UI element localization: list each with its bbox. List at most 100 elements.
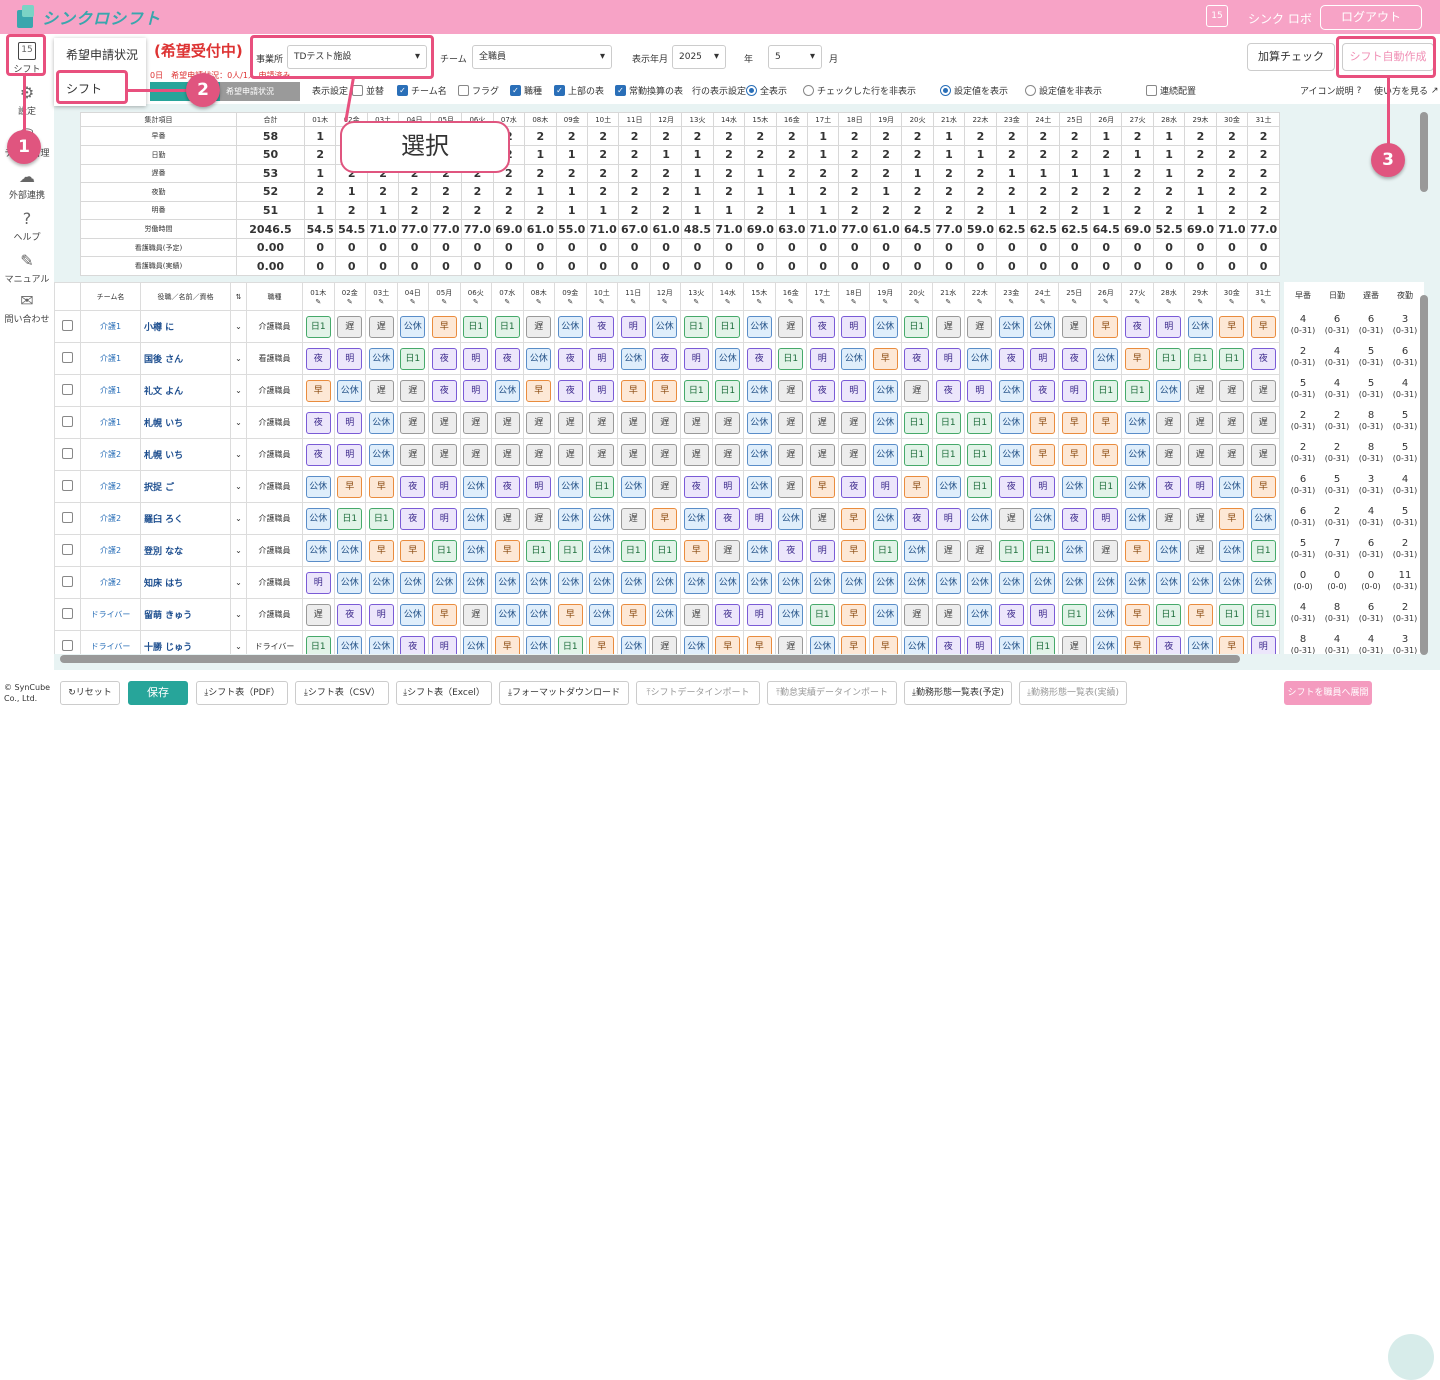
shift-cell[interactable]: 公休: [522, 630, 555, 654]
shift-chip[interactable]: 公休: [337, 571, 363, 594]
shift-chip[interactable]: 公休: [1030, 571, 1056, 594]
shift-chip[interactable]: 公休: [368, 571, 394, 594]
shift-chip[interactable]: 公休: [967, 571, 993, 594]
shift-chip[interactable]: 日1: [967, 475, 993, 498]
shift-chip[interactable]: 公休: [1124, 411, 1150, 434]
shift-cell[interactable]: 早: [648, 502, 681, 535]
shift-cell[interactable]: 公休: [995, 406, 1028, 439]
radio-selected[interactable]: [746, 85, 757, 96]
shift-cell[interactable]: 夜: [1152, 630, 1185, 654]
shift-cell[interactable]: 遅: [774, 438, 807, 471]
shift-cell[interactable]: 夜: [711, 598, 744, 631]
day-header[interactable]: 03土 ✎: [365, 282, 398, 311]
shift-cell[interactable]: 早: [837, 598, 870, 631]
shift-chip[interactable]: 明: [463, 347, 489, 370]
shift-chip[interactable]: 公休: [652, 315, 678, 338]
day-header[interactable]: 27火 ✎: [1121, 282, 1154, 311]
shift-cell[interactable]: 早: [648, 374, 681, 407]
shift-chip[interactable]: 遅: [620, 411, 646, 434]
shift-chip[interactable]: 公休: [998, 443, 1024, 466]
row-menu[interactable]: ⌄: [230, 534, 247, 567]
row-menu[interactable]: ⌄: [230, 502, 247, 535]
shift-chip[interactable]: 日1: [683, 315, 709, 338]
shift-cell[interactable]: 公休: [1184, 630, 1217, 654]
shift-chip[interactable]: 遅: [809, 411, 835, 434]
shift-cell[interactable]: 公休: [1058, 566, 1091, 599]
shift-cell[interactable]: 公休: [680, 630, 713, 654]
shift-chip[interactable]: 明: [809, 539, 835, 562]
checkbox[interactable]: [352, 85, 363, 96]
shift-chip[interactable]: 明: [872, 475, 898, 498]
shift-chip[interactable]: 日1: [1156, 347, 1182, 370]
shift-chip[interactable]: 公休: [589, 539, 615, 562]
shift-cell[interactable]: 遅: [1247, 438, 1280, 471]
format-download-button[interactable]: ⤓フォーマットダウンロード: [499, 681, 629, 705]
shift-chip[interactable]: 日1: [1093, 475, 1119, 498]
shift-chip[interactable]: 早: [620, 379, 646, 402]
shift-chip[interactable]: 早: [1061, 443, 1087, 466]
shift-chip[interactable]: 公休: [904, 539, 930, 562]
row-checkbox[interactable]: [54, 310, 81, 343]
shift-cell[interactable]: 遅: [963, 534, 996, 567]
shift-cell[interactable]: 公休: [585, 598, 618, 631]
shift-chip[interactable]: 遅: [652, 635, 678, 654]
shift-cell[interactable]: 日1: [711, 374, 744, 407]
month-select[interactable]: 5: [768, 45, 822, 69]
shift-cell[interactable]: 日1: [428, 534, 461, 567]
shift-cell[interactable]: 公休: [869, 310, 902, 343]
shift-chip[interactable]: 公休: [872, 571, 898, 594]
row-checkbox[interactable]: [54, 342, 81, 375]
shift-cell[interactable]: 公休: [302, 502, 335, 535]
staff-name[interactable]: 登別 なな: [140, 534, 231, 567]
row-checkbox[interactable]: [54, 470, 81, 503]
shift-chip[interactable]: 公休: [904, 635, 930, 654]
shift-cell[interactable]: 明: [585, 374, 618, 407]
shift-chip[interactable]: 早: [841, 635, 867, 654]
shift-chip[interactable]: 公休: [620, 475, 646, 498]
shift-chip[interactable]: 明: [1030, 603, 1056, 626]
shift-chip[interactable]: 遅: [526, 411, 552, 434]
shift-cell[interactable]: 公休: [554, 310, 587, 343]
shift-chip[interactable]: 公休: [652, 571, 678, 594]
shift-cell[interactable]: 遅: [302, 598, 335, 631]
shift-cell[interactable]: 日1: [932, 406, 965, 439]
shift-chip[interactable]: 公休: [1156, 571, 1182, 594]
shift-cell[interactable]: 早: [743, 630, 776, 654]
shift-cell[interactable]: 遅: [932, 598, 965, 631]
shift-cell[interactable]: 早: [1215, 310, 1248, 343]
shift-cell[interactable]: 公休: [554, 566, 587, 599]
shift-chip[interactable]: 公休: [1093, 635, 1119, 654]
shift-cell[interactable]: 日1: [963, 438, 996, 471]
shift-chip[interactable]: 夜: [589, 315, 615, 338]
shift-cell[interactable]: 早: [1247, 470, 1280, 503]
shift-cell[interactable]: 日1: [491, 310, 524, 343]
shift-chip[interactable]: 遅: [683, 603, 709, 626]
shift-chip[interactable]: 遅: [400, 443, 426, 466]
shift-chip[interactable]: 公休: [652, 603, 678, 626]
shift-chip[interactable]: 日1: [368, 507, 394, 530]
shift-chip[interactable]: 遅: [1187, 411, 1213, 434]
shift-cell[interactable]: 公休: [365, 630, 398, 654]
shift-cell[interactable]: 遅: [1247, 374, 1280, 407]
shift-cell[interactable]: 公休: [554, 470, 587, 503]
shift-cell[interactable]: 公休: [995, 438, 1028, 471]
shift-cell[interactable]: 日1: [302, 630, 335, 654]
shift-cell[interactable]: 明: [869, 470, 902, 503]
shift-cell[interactable]: 日1: [333, 502, 366, 535]
shift-chip[interactable]: 早: [1124, 603, 1150, 626]
row-checkbox[interactable]: [54, 566, 81, 599]
shift-cell[interactable]: 早: [1026, 438, 1059, 471]
shift-cell[interactable]: 公休: [396, 310, 429, 343]
shift-cell[interactable]: 早: [302, 374, 335, 407]
shift-chip[interactable]: 早: [872, 635, 898, 654]
shift-cell[interactable]: 遅: [491, 502, 524, 535]
shift-chip[interactable]: 公休: [998, 315, 1024, 338]
shift-chip[interactable]: 遅: [305, 603, 331, 626]
shift-chip[interactable]: 遅: [589, 443, 615, 466]
shift-chip[interactable]: 早: [526, 379, 552, 402]
shift-cell[interactable]: 早: [837, 534, 870, 567]
shift-chip[interactable]: 早: [400, 539, 426, 562]
shift-chip[interactable]: 公休: [1219, 571, 1245, 594]
shift-chip[interactable]: 公休: [746, 379, 772, 402]
shift-chip[interactable]: 早: [1061, 411, 1087, 434]
